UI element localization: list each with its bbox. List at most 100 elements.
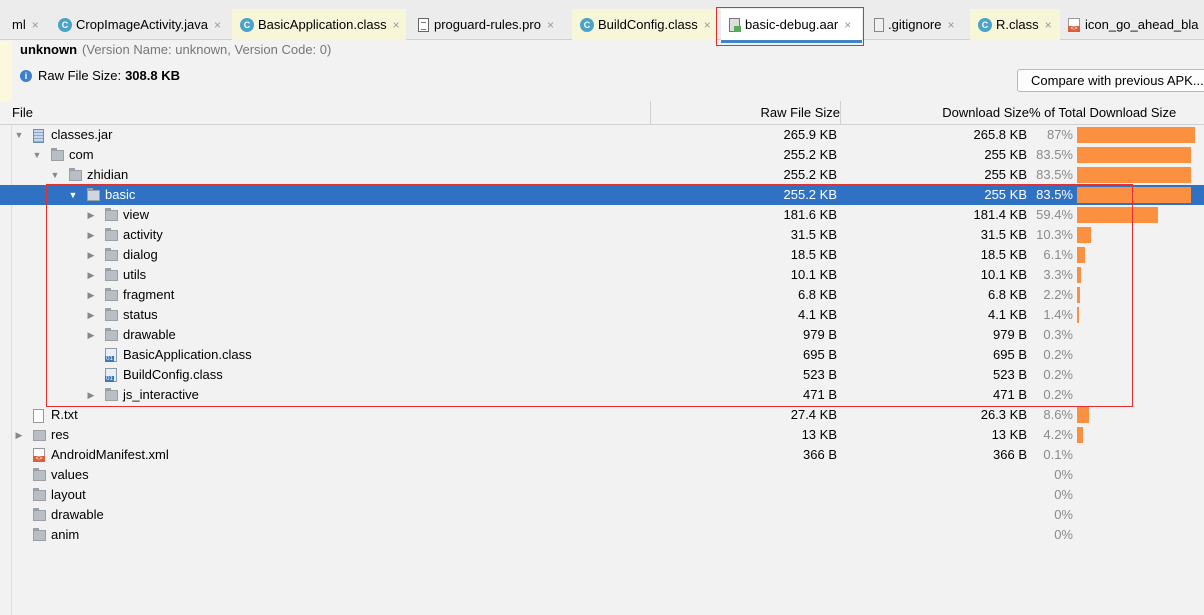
row-name: values	[51, 467, 89, 482]
row-percent: 4.2%	[1043, 427, 1073, 442]
column-header-file[interactable]: File	[12, 101, 33, 125]
folder-icon	[33, 528, 46, 541]
folder-icon	[33, 508, 46, 521]
row-download-size: 255 KB	[984, 167, 1027, 182]
table-row[interactable]: AndroidManifest.xml 366 B 366 B 0.1%	[0, 445, 1204, 465]
row-size-bar	[1077, 167, 1191, 183]
compare-apk-button[interactable]: Compare with previous APK...	[1017, 69, 1204, 92]
folder-icon	[69, 168, 82, 181]
xml-icon	[1068, 17, 1080, 32]
row-percent: 83.5%	[1036, 147, 1073, 162]
row-name: anim	[51, 527, 80, 542]
tab-label: ml	[12, 17, 26, 32]
column-header-percent[interactable]: % of Total Download Size	[1029, 101, 1204, 125]
close-icon[interactable]: ×	[547, 18, 554, 32]
tab-crop-image-activity[interactable]: C CropImageActivity.java ×	[50, 9, 230, 40]
expand-arrow-icon[interactable]: ▼	[50, 165, 60, 185]
rows-highlight-annotation	[46, 184, 1133, 407]
tab-label: BasicApplication.class	[258, 17, 387, 32]
table-row[interactable]: R.txt 27.4 KB 26.3 KB 8.6%	[0, 405, 1204, 425]
folder-icon	[33, 468, 46, 481]
table-row[interactable]: anim 0%	[0, 525, 1204, 545]
expand-arrow-icon[interactable]: ▼	[32, 145, 42, 165]
column-divider[interactable]	[650, 101, 651, 125]
row-download-size: 26.3 KB	[980, 407, 1027, 422]
tab-proguard-rules[interactable]: proguard-rules.pro ×	[408, 9, 568, 40]
table-header: File Raw File Size Download Size % of To…	[0, 101, 1204, 125]
row-raw-size: 366 B	[803, 447, 837, 462]
tab-icon-go-ahead[interactable]: icon_go_ahead_bla	[1062, 9, 1204, 40]
close-icon[interactable]: ×	[704, 18, 711, 32]
close-icon[interactable]: ×	[1045, 18, 1052, 32]
row-size-bar	[1077, 127, 1195, 143]
collapse-arrow-icon[interactable]: ▶	[14, 425, 24, 445]
column-divider[interactable]	[840, 101, 841, 125]
raw-file-size: i Raw File Size: 308.8 KB	[20, 68, 180, 83]
row-percent: 0.1%	[1043, 447, 1073, 462]
tab-build-config-class[interactable]: C BuildConfig.class ×	[572, 9, 716, 40]
folder-icon	[33, 488, 46, 501]
apk-analyzer-window: ml × C CropImageActivity.java × C BasicA…	[0, 0, 1204, 615]
tab-label: .gitignore	[888, 17, 942, 32]
row-percent: 0%	[1054, 527, 1073, 542]
gitignore-icon	[874, 17, 884, 32]
row-name: AndroidManifest.xml	[51, 447, 169, 462]
tab-label: BuildConfig.class	[598, 17, 698, 32]
class-icon: C	[58, 17, 72, 32]
row-percent: 0%	[1054, 487, 1073, 502]
close-icon[interactable]: ×	[947, 18, 954, 32]
row-name: R.txt	[51, 407, 78, 422]
folder-icon	[51, 148, 64, 161]
row-download-size: 265.8 KB	[973, 127, 1028, 142]
row-raw-size: 27.4 KB	[790, 407, 837, 422]
table-row[interactable]: ▼ com 255.2 KB 255 KB 83.5%	[0, 145, 1204, 165]
tab-r-class[interactable]: C R.class ×	[970, 9, 1060, 40]
expand-arrow-icon[interactable]: ▼	[14, 125, 24, 145]
row-percent: 0%	[1054, 507, 1073, 522]
res-folder-icon	[33, 430, 46, 441]
table-row[interactable]: ▶ res 13 KB 13 KB 4.2%	[0, 425, 1204, 445]
jar-icon	[33, 129, 44, 143]
tab-label: CropImageActivity.java	[76, 17, 208, 32]
tab-gitignore[interactable]: .gitignore ×	[866, 9, 966, 40]
txt-file-icon	[33, 409, 44, 423]
xml-icon	[33, 448, 45, 462]
row-raw-size: 255.2 KB	[783, 147, 838, 162]
row-name: res	[51, 427, 70, 442]
info-icon: i	[20, 69, 32, 82]
row-size-bar	[1077, 147, 1191, 163]
tab-label: icon_go_ahead_bla	[1085, 17, 1199, 32]
tab-xml-partial[interactable]: ml ×	[0, 9, 44, 40]
close-icon[interactable]: ×	[393, 18, 400, 32]
column-header-raw-size[interactable]: Raw File Size	[700, 101, 840, 125]
class-icon: C	[240, 17, 254, 32]
tab-basic-application-class[interactable]: C BasicApplication.class ×	[232, 9, 406, 40]
tab-label: proguard-rules.pro	[434, 17, 541, 32]
file-icon	[418, 17, 429, 32]
app-name: unknown	[20, 42, 78, 57]
row-download-size: 13 KB	[991, 427, 1027, 442]
table-row[interactable]: layout 0%	[0, 485, 1204, 505]
row-percent: 0%	[1054, 467, 1073, 482]
row-size-bar	[1077, 407, 1089, 423]
row-download-size: 366 B	[993, 447, 1027, 462]
close-icon[interactable]: ×	[32, 18, 39, 32]
table-row[interactable]: values 0%	[0, 465, 1204, 485]
table-row[interactable]: drawable 0%	[0, 505, 1204, 525]
column-header-download-size[interactable]: Download Size	[880, 101, 1029, 125]
close-icon[interactable]: ×	[214, 18, 221, 32]
raw-file-size-value: 308.8 KB	[125, 68, 180, 83]
row-raw-size: 255.2 KB	[783, 167, 838, 182]
row-raw-size: 265.9 KB	[783, 127, 838, 142]
row-percent: 8.6%	[1043, 407, 1073, 422]
table-row[interactable]: ▼ classes.jar 265.9 KB 265.8 KB 87%	[0, 125, 1204, 145]
row-size-bar	[1077, 427, 1083, 443]
class-icon: C	[978, 17, 992, 32]
row-name: zhidian	[87, 167, 129, 182]
table-row[interactable]: ▼ zhidian 255.2 KB 255 KB 83.5%	[0, 165, 1204, 185]
row-raw-size: 13 KB	[801, 427, 837, 442]
raw-file-size-label: Raw File Size:	[38, 68, 122, 83]
app-summary-header: unknown (Version Name: unknown, Version C…	[20, 42, 331, 57]
row-percent: 87%	[1046, 127, 1073, 142]
row-percent: 83.5%	[1036, 167, 1073, 182]
